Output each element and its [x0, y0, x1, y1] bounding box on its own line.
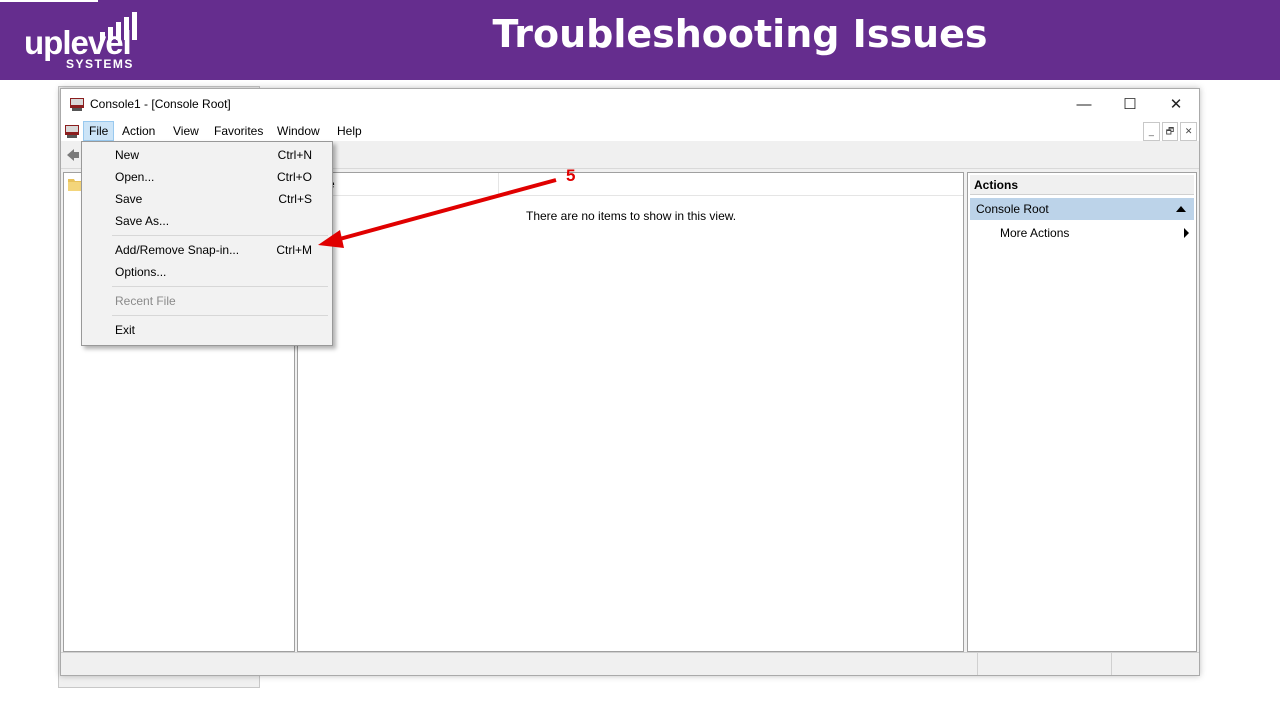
- file-menu-exit[interactable]: Exit: [82, 320, 332, 340]
- console-menu-icon[interactable]: [64, 123, 80, 139]
- slide-banner: uplevel SYSTEMS Troubleshooting Issues: [0, 0, 1280, 80]
- signal-bars-icon: [100, 12, 137, 40]
- menu-label: Recent File: [115, 294, 176, 308]
- menu-separator: [112, 235, 328, 236]
- more-actions-link[interactable]: More Actions: [1000, 226, 1069, 240]
- uplevel-logo: uplevel SYSTEMS: [24, 10, 154, 74]
- maximize-button[interactable]: ☐: [1107, 89, 1153, 119]
- actions-header: Actions: [970, 175, 1194, 195]
- menu-window[interactable]: Window: [272, 122, 325, 140]
- menu-shortcut: Ctrl+N: [277, 148, 312, 162]
- column-header[interactable]: e: [298, 173, 963, 196]
- menu-file[interactable]: File: [83, 121, 115, 141]
- actions-root-label: Console Root: [976, 202, 1049, 216]
- menu-action[interactable]: Action: [117, 122, 160, 140]
- slide-title: Troubleshooting Issues: [492, 12, 988, 56]
- menu-shortcut: Ctrl+O: [276, 170, 312, 184]
- mdi-minimize-button[interactable]: _: [1143, 122, 1160, 141]
- file-menu-save[interactable]: Save Ctrl+S: [82, 189, 332, 209]
- collapse-up-icon[interactable]: [1176, 206, 1186, 212]
- menu-label: Options...: [115, 265, 167, 279]
- file-menu-options[interactable]: Options...: [82, 262, 332, 282]
- menu-shortcut: Ctrl+M: [276, 243, 312, 257]
- logo-subtitle: SYSTEMS: [66, 57, 134, 71]
- status-separator: [977, 653, 978, 675]
- menu-label: Save As...: [115, 214, 170, 228]
- file-menu-save-as[interactable]: Save As...: [82, 211, 332, 231]
- menu-favorites[interactable]: Favorites: [209, 122, 268, 140]
- menu-separator: [112, 315, 328, 316]
- step-number-label: 5: [566, 166, 576, 185]
- menu-shortcut: Ctrl+S: [278, 192, 312, 206]
- results-pane[interactable]: e There are no items to show in this vie…: [297, 172, 964, 652]
- actions-pane: Actions Console Root More Actions: [967, 172, 1197, 652]
- close-button[interactable]: ✕: [1153, 89, 1199, 119]
- menu-label: Save: [115, 192, 143, 206]
- status-separator: [1111, 653, 1112, 675]
- menu-view[interactable]: View: [168, 122, 204, 140]
- minimize-button[interactable]: —: [1061, 89, 1107, 119]
- file-menu-add-remove-snap-in[interactable]: Add/Remove Snap-in... Ctrl+M: [82, 240, 332, 260]
- banner-tab: [0, 0, 98, 2]
- menu-help[interactable]: Help: [332, 122, 367, 140]
- file-menu-dropdown: New Ctrl+N Open... Ctrl+O Save Ctrl+S Sa…: [81, 141, 333, 346]
- mdi-restore-button[interactable]: 🗗: [1161, 122, 1179, 141]
- menu-label: Exit: [115, 323, 136, 337]
- back-arrow-icon[interactable]: [65, 147, 81, 163]
- file-menu-recent-file: Recent File: [82, 291, 332, 311]
- menu-separator: [112, 286, 328, 287]
- mmc-app-icon: [70, 98, 84, 111]
- menu-label: Open...: [115, 170, 155, 184]
- title-bar: Console1 - [Console Root] — ☐ ✕: [61, 89, 1199, 119]
- empty-view-message: There are no items to show in this view.: [526, 209, 737, 223]
- submenu-arrow-icon: [1184, 228, 1189, 238]
- status-bar: [61, 652, 1199, 675]
- mdi-controls: _ 🗗 ✕: [1141, 122, 1198, 141]
- actions-console-root[interactable]: Console Root: [970, 198, 1194, 220]
- menu-label: New: [115, 148, 140, 162]
- column-separator[interactable]: [498, 173, 499, 195]
- mdi-close-button[interactable]: ✕: [1180, 122, 1198, 141]
- file-menu-open[interactable]: Open... Ctrl+O: [82, 167, 332, 187]
- window-title: Console1 - [Console Root]: [90, 97, 231, 111]
- menu-label: Add/Remove Snap-in...: [115, 243, 240, 257]
- file-menu-new[interactable]: New Ctrl+N: [82, 145, 332, 165]
